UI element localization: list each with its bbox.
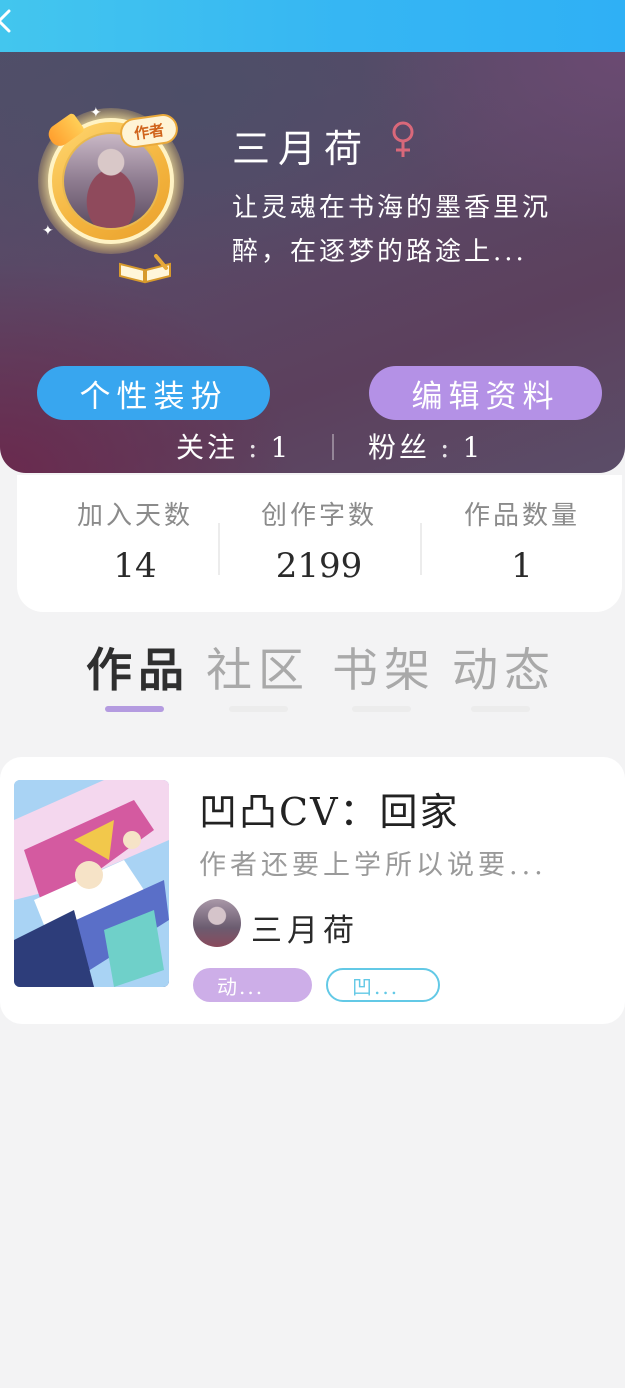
back-arrow-icon bbox=[0, 9, 11, 33]
stat-value: 2199 bbox=[275, 546, 363, 586]
user-name: 三月荷 bbox=[232, 127, 371, 171]
profile-page: 作者 ✦ ✦ 三月荷 让灵魂在书海的墨香里沉醉，在逐梦的路途上... 个性装扮 … bbox=[0, 0, 625, 1388]
author-avatar[interactable] bbox=[193, 899, 241, 947]
tab-activity[interactable]: 动态 bbox=[452, 634, 556, 700]
fans-count[interactable]: 粉丝:1 bbox=[368, 426, 483, 466]
work-title[interactable]: 凹凸CV：回家 bbox=[199, 781, 460, 836]
user-bio: 让灵魂在书海的墨香里沉醉，在逐梦的路途上... bbox=[232, 193, 552, 267]
tab-bookshelf[interactable]: 书架 bbox=[332, 634, 436, 700]
work-tag[interactable]: 凹... bbox=[326, 968, 440, 1002]
following-value: 1 bbox=[270, 431, 292, 464]
tab-works[interactable]: 作品 bbox=[86, 634, 190, 700]
following-count[interactable]: 关注:1 bbox=[176, 426, 291, 466]
following-label: 关注 bbox=[176, 431, 239, 464]
profile-header: 作者 ✦ ✦ 三月荷 让灵魂在书海的墨香里沉醉，在逐梦的路途上... 个性装扮 … bbox=[0, 52, 625, 473]
work-cover-image[interactable] bbox=[14, 780, 169, 987]
tab-indicator bbox=[352, 706, 411, 712]
edit-profile-button[interactable]: 编辑资料 bbox=[369, 366, 602, 420]
tab-indicator bbox=[229, 706, 288, 712]
work-card[interactable]: 凹凸CV：回家 作者还要上学所以说要... 三月荷 动... 凹... bbox=[0, 757, 625, 1024]
work-author-name[interactable]: 三月荷 bbox=[251, 905, 359, 950]
female-icon bbox=[390, 120, 416, 160]
fans-separator: : bbox=[440, 431, 453, 464]
stat-value: 1 bbox=[511, 546, 533, 586]
fans-label: 粉丝 bbox=[368, 431, 431, 464]
top-bar bbox=[0, 0, 625, 52]
stat-word-count: 创作字数 2199 bbox=[219, 495, 419, 586]
stat-work-count: 作品数量 1 bbox=[422, 495, 622, 586]
tab-indicator bbox=[471, 706, 530, 712]
profile-tabs: 作品 社区 书架 动态 bbox=[0, 628, 625, 724]
tab-community[interactable]: 社区 bbox=[206, 634, 310, 700]
fans-value: 1 bbox=[462, 431, 484, 464]
stat-label: 加入天数 bbox=[76, 501, 193, 531]
avatar-image bbox=[62, 132, 160, 230]
sparkle-icon: ✦ bbox=[42, 223, 54, 239]
following-separator: : bbox=[248, 431, 261, 464]
stat-label: 创作字数 bbox=[260, 501, 377, 531]
divider bbox=[332, 434, 334, 460]
work-description: 作者还要上学所以说要... bbox=[199, 850, 547, 881]
tab-indicator-active bbox=[105, 706, 164, 712]
avatar[interactable]: 作者 ✦ ✦ bbox=[34, 104, 194, 284]
stat-label: 作品数量 bbox=[463, 501, 580, 531]
dress-up-button[interactable]: 个性装扮 bbox=[37, 366, 270, 420]
book-icon bbox=[116, 254, 174, 284]
stat-join-days: 加入天数 14 bbox=[35, 495, 235, 586]
sparkle-icon: ✦ bbox=[90, 105, 102, 121]
back-button[interactable] bbox=[0, 6, 16, 36]
work-tag[interactable]: 动... bbox=[193, 968, 312, 1002]
follow-stats: 关注:1 粉丝:1 bbox=[0, 422, 625, 466]
stat-value: 14 bbox=[113, 546, 157, 586]
stats-card: 加入天数 14 创作字数 2199 作品数量 1 bbox=[17, 475, 622, 612]
